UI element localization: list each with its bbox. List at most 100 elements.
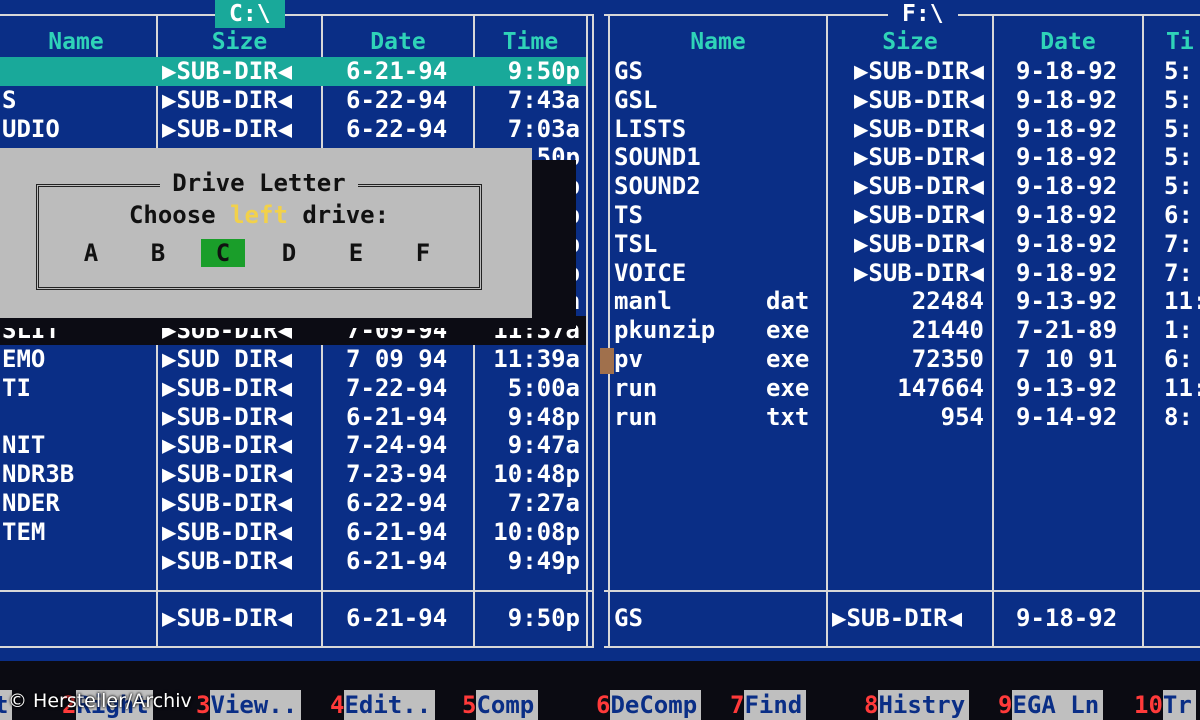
left-file-date: 6-21-94 xyxy=(346,402,448,431)
left-status-line: ▶SUB-DIR◀ 6-21-94 9:50p xyxy=(0,604,586,633)
right-file-time: 11: xyxy=(1164,373,1200,402)
left-drive-label[interactable]: C:\ xyxy=(215,0,285,28)
left-file-date: 7 09 94 xyxy=(346,345,448,373)
left-file-row[interactable]: NDER ▶SUB-DIR◀ 6-22-94 7:27a xyxy=(0,489,586,518)
right-file-date: 9-13-92 xyxy=(1016,287,1118,316)
left-file-row[interactable]: S ▶SUB-DIR◀ 6-22-94 7:43a xyxy=(0,86,586,115)
right-drive-label[interactable]: F:\ xyxy=(888,0,958,28)
right-file-date: 9-18-92 xyxy=(1016,201,1118,229)
norton-commander-screen: C:\ Name Size Date Time ▶SUB-DIR◀ 6-21-94… xyxy=(0,0,1200,720)
fkey-number: 4 xyxy=(330,690,345,720)
left-file-row[interactable]: ▶SUB-DIR◀ 6-21-94 9:48p xyxy=(0,403,586,432)
right-file-time: 11: xyxy=(1164,287,1200,316)
right-header-size: Size xyxy=(882,29,938,55)
drive-letter-dialog[interactable]: Drive Letter Choose left drive: A B C D … xyxy=(0,148,532,318)
right-file-date: 7 10 91 xyxy=(1016,345,1118,373)
right-file-date: 9-13-92 xyxy=(1016,373,1118,402)
right-file-ext: exe xyxy=(766,316,810,345)
fkey-5[interactable]: 5Comp xyxy=(462,690,539,720)
left-status-size: ▶SUB-DIR◀ xyxy=(162,604,293,632)
left-file-name: TEM xyxy=(2,517,46,546)
right-file-size: ▶SUB-DIR◀ xyxy=(853,57,984,85)
right-file-row[interactable]: LISTS ▶SUB-DIR◀ 9-18-92 5: xyxy=(604,115,1200,144)
left-file-row-selected[interactable]: ▶SUB-DIR◀ 6-21-94 9:50p xyxy=(0,57,586,86)
right-file-time: 7: xyxy=(1164,258,1193,287)
left-file-row[interactable]: UDIO ▶SUB-DIR◀ 6-22-94 7:03a xyxy=(0,115,586,144)
drive-option-d[interactable]: D xyxy=(267,239,311,267)
right-file-row[interactable]: TS ▶SUB-DIR◀ 9-18-92 6: xyxy=(604,201,1200,230)
left-file-date: 6-21-94 xyxy=(346,546,448,575)
drive-option-f[interactable]: F xyxy=(401,239,445,267)
drive-option-a[interactable]: A xyxy=(69,239,113,267)
left-file-date: 6-21-94 xyxy=(346,517,448,546)
left-file-time: 9:49p xyxy=(507,546,580,575)
right-file-row[interactable]: run exe 147664 9-13-92 11: xyxy=(604,374,1200,403)
fkey-label: View.. xyxy=(210,690,302,720)
fkey-label: Histry xyxy=(878,690,970,720)
right-file-row[interactable]: GSL ▶SUB-DIR◀ 9-18-92 5: xyxy=(604,86,1200,115)
left-file-size: ▶SUB-DIR◀ xyxy=(162,460,293,489)
left-file-size: ▶SUB-DIR◀ xyxy=(162,489,293,517)
fkey-4[interactable]: 4Edit.. xyxy=(330,690,436,720)
left-file-row[interactable]: NDR3B ▶SUB-DIR◀ 7-23-94 10:48p xyxy=(0,460,586,489)
right-status-size: ▶SUB-DIR◀ xyxy=(832,604,963,632)
right-file-row[interactable]: run txt 954 9-14-92 8: xyxy=(604,403,1200,432)
fkey-7[interactable]: 7Find xyxy=(730,690,807,720)
left-header-name: Name xyxy=(48,29,104,55)
fkey-label: DeComp xyxy=(610,690,702,720)
right-file-size: 147664 xyxy=(897,373,984,402)
dialog-prompt: Choose left drive: xyxy=(128,201,390,229)
right-status-name: GS xyxy=(614,604,643,632)
left-file-date: 6-22-94 xyxy=(346,114,448,143)
fkey-8[interactable]: 8Histry xyxy=(864,690,970,720)
right-file-size: 72350 xyxy=(911,345,984,373)
drive-option-c[interactable]: C xyxy=(201,239,245,267)
right-file-row[interactable]: TSL ▶SUB-DIR◀ 9-18-92 7: xyxy=(604,230,1200,259)
fkey-3[interactable]: 3View.. xyxy=(196,690,302,720)
fkey-number: 7 xyxy=(730,690,745,720)
right-file-name: SOUND2 xyxy=(614,172,701,201)
drive-option-b[interactable]: B xyxy=(136,239,180,267)
right-file-panel[interactable]: F:\ Name Size Date Ti GS ▶SUB-DIR◀ 9-18-92… xyxy=(604,0,1200,652)
right-file-name: run xyxy=(614,402,658,431)
right-file-row[interactable]: SOUND2 ▶SUB-DIR◀ 9-18-92 5: xyxy=(604,172,1200,201)
right-file-name: GS xyxy=(614,57,643,85)
dialog-shadow-bottom xyxy=(0,318,576,328)
right-file-row[interactable]: pv exe 72350 7 10 91 6: xyxy=(604,345,1200,374)
right-file-row[interactable]: VOICE ▶SUB-DIR◀ 9-18-92 7: xyxy=(604,259,1200,288)
right-header-time: Ti xyxy=(1166,29,1194,55)
right-file-name: TS xyxy=(614,201,643,229)
left-file-row[interactable]: TEM ▶SUB-DIR◀ 6-21-94 10:08p xyxy=(0,518,586,547)
drive-option-e[interactable]: E xyxy=(334,239,378,267)
left-file-name: NDR3B xyxy=(2,460,75,489)
left-file-size: ▶SUB-DIR◀ xyxy=(162,114,293,143)
dialog-frame: Drive Letter Choose left drive: A B C D … xyxy=(36,169,482,290)
left-file-time: 7:27a xyxy=(507,489,580,517)
right-file-name: TSL xyxy=(614,229,658,258)
right-file-row[interactable]: SOUND1 ▶SUB-DIR◀ 9-18-92 5: xyxy=(604,143,1200,172)
right-file-date: 9-18-92 xyxy=(1016,143,1118,172)
left-file-row[interactable]: EMO ▶SUD DIR◀ 7 09 94 11:39a xyxy=(0,345,586,374)
fkey-9[interactable]: 9EGA Ln xyxy=(998,690,1104,720)
fkey-label: Comp xyxy=(476,690,539,720)
right-file-row[interactable]: pkunzip exe 21440 7-21-89 1: xyxy=(604,316,1200,345)
left-file-time: 7:43a xyxy=(507,85,580,114)
left-file-size: ▶SUB-DIR◀ xyxy=(162,517,293,546)
left-file-time: 11:39a xyxy=(493,345,580,373)
fkey-6[interactable]: 6DeComp xyxy=(596,690,702,720)
fkey-label: Tr xyxy=(1162,690,1196,720)
left-file-row[interactable]: ▶SUB-DIR◀ 6-21-94 9:49p xyxy=(0,547,586,576)
right-header-name: Name xyxy=(690,29,746,55)
left-file-row[interactable]: TI ▶SUB-DIR◀ 7-22-94 5:00a xyxy=(0,374,586,403)
right-file-row[interactable]: GS ▶SUB-DIR◀ 9-18-92 5: xyxy=(604,57,1200,86)
left-file-time: 10:48p xyxy=(493,460,580,489)
right-file-ext: txt xyxy=(766,402,810,431)
right-file-row[interactable]: manl dat 22484 9-13-92 11: xyxy=(604,287,1200,316)
left-file-size: ▶SUB-DIR◀ xyxy=(162,431,293,460)
fkey-10[interactable]: 10Tr xyxy=(1134,690,1196,720)
right-file-name: run xyxy=(614,373,658,402)
left-file-name: NDER xyxy=(2,489,60,517)
right-file-ext: exe xyxy=(766,373,810,402)
left-file-row[interactable]: NIT ▶SUB-DIR◀ 7-24-94 9:47a xyxy=(0,431,586,460)
fkey-label: Edit.. xyxy=(344,690,436,720)
